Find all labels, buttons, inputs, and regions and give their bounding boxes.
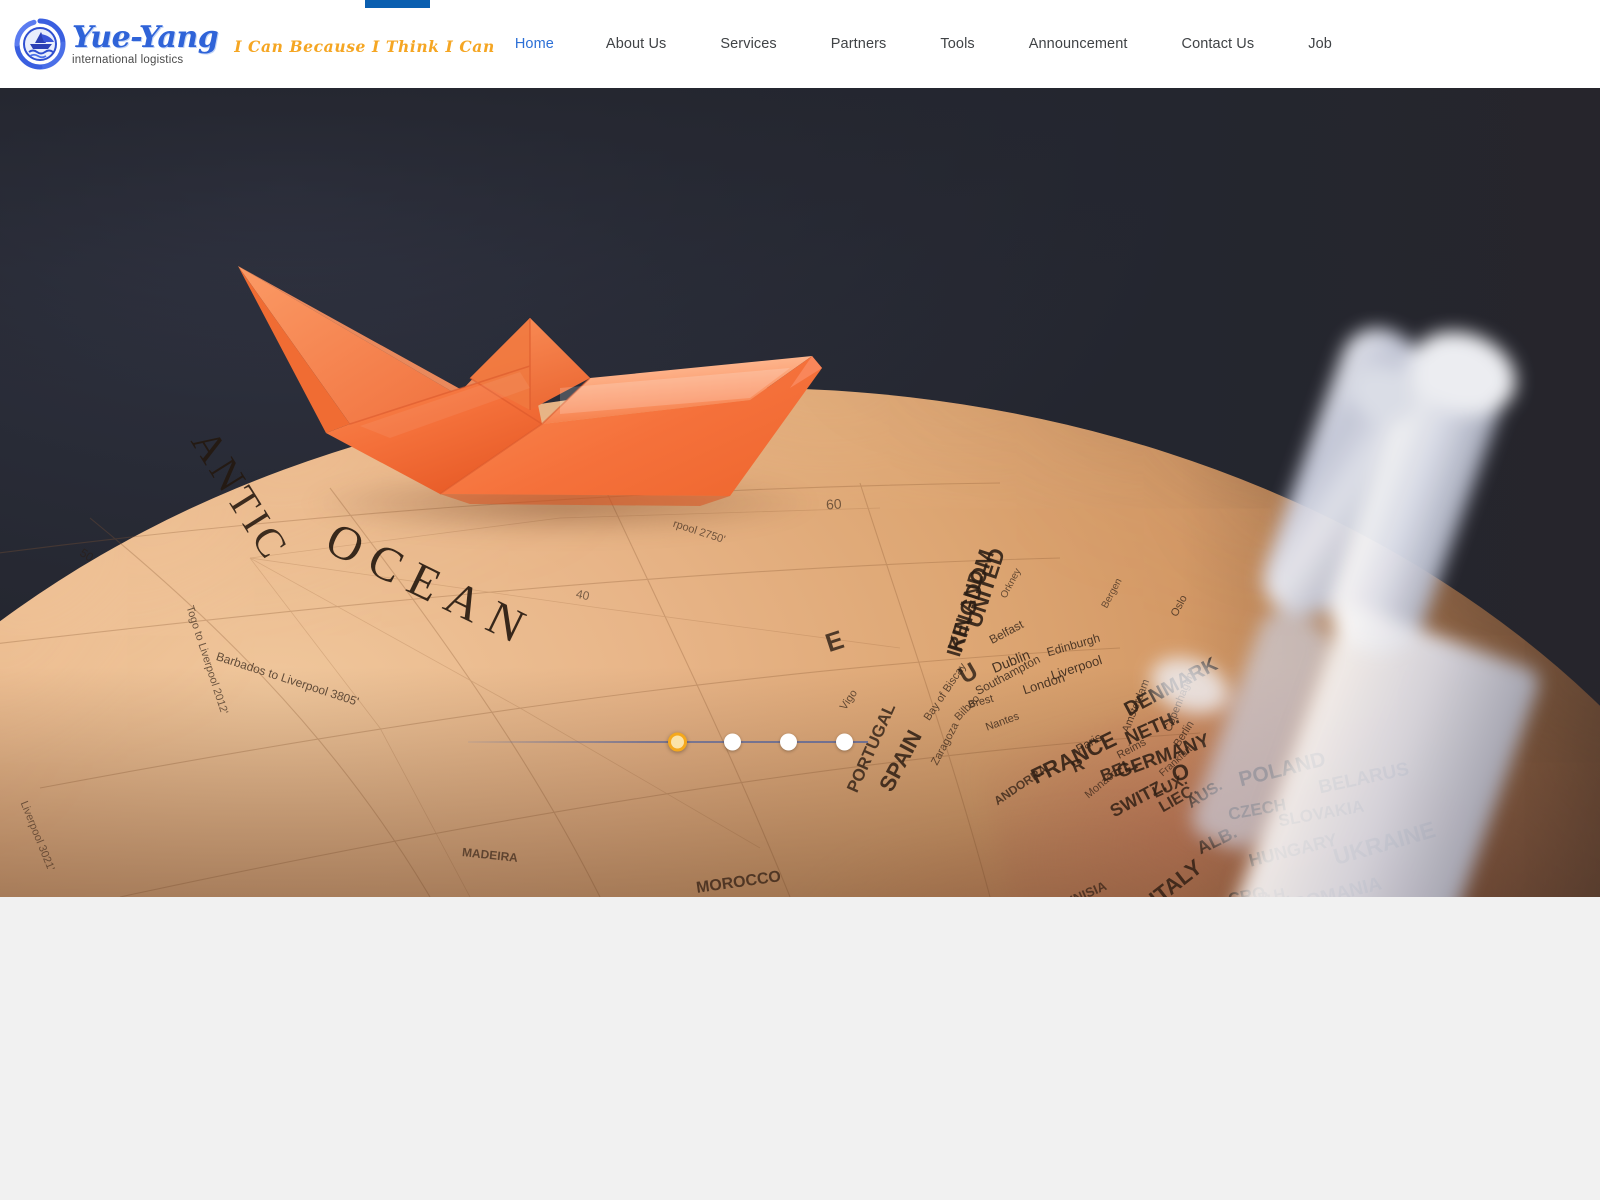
brand-text-block: Yue-Yang international logistics: [72, 20, 219, 67]
site-header: Yue-Yang international logistics I Can B…: [0, 0, 1600, 88]
nav-item-services[interactable]: Services: [720, 36, 776, 52]
origami-paper-boat-icon: [238, 266, 822, 506]
nav-item-about-us[interactable]: About Us: [606, 36, 666, 52]
nav-item-announcement[interactable]: Announcement: [1029, 36, 1128, 52]
active-nav-indicator-bar: [365, 0, 430, 8]
carousel-dot-1[interactable]: [668, 732, 687, 752]
nav-item-tools[interactable]: Tools: [940, 36, 974, 52]
page-content-area: [0, 897, 1600, 1200]
nav-item-contact-us[interactable]: Contact Us: [1182, 36, 1255, 52]
nav-item-partners[interactable]: Partners: [831, 36, 887, 52]
main-navigation: Home About Us Services Partners Tools An…: [515, 36, 1332, 52]
hero-carousel: ANTIC OCEAN UNITED KINGDOM IRELAND Belfa…: [0, 88, 1600, 897]
brand-subtitle: international logistics: [72, 54, 184, 66]
carousel-dot-3[interactable]: [780, 733, 797, 751]
brand-logo[interactable]: Yue-Yang international logistics: [14, 18, 219, 70]
brand-name: Yue-Yang: [72, 20, 219, 55]
carousel-dot-2[interactable]: [724, 733, 741, 751]
carousel-dot-4[interactable]: [836, 733, 853, 751]
brand-tagline: I Can Because I Think I Can: [234, 36, 495, 56]
carousel-pagination: [468, 730, 868, 754]
nav-item-job[interactable]: Job: [1308, 36, 1332, 52]
ship-waves-circle-icon: [14, 18, 66, 70]
carousel-dot-1-core: [671, 735, 684, 749]
globe-meridian-mount-icon: [1151, 328, 1539, 897]
nav-item-home[interactable]: Home: [515, 36, 554, 52]
